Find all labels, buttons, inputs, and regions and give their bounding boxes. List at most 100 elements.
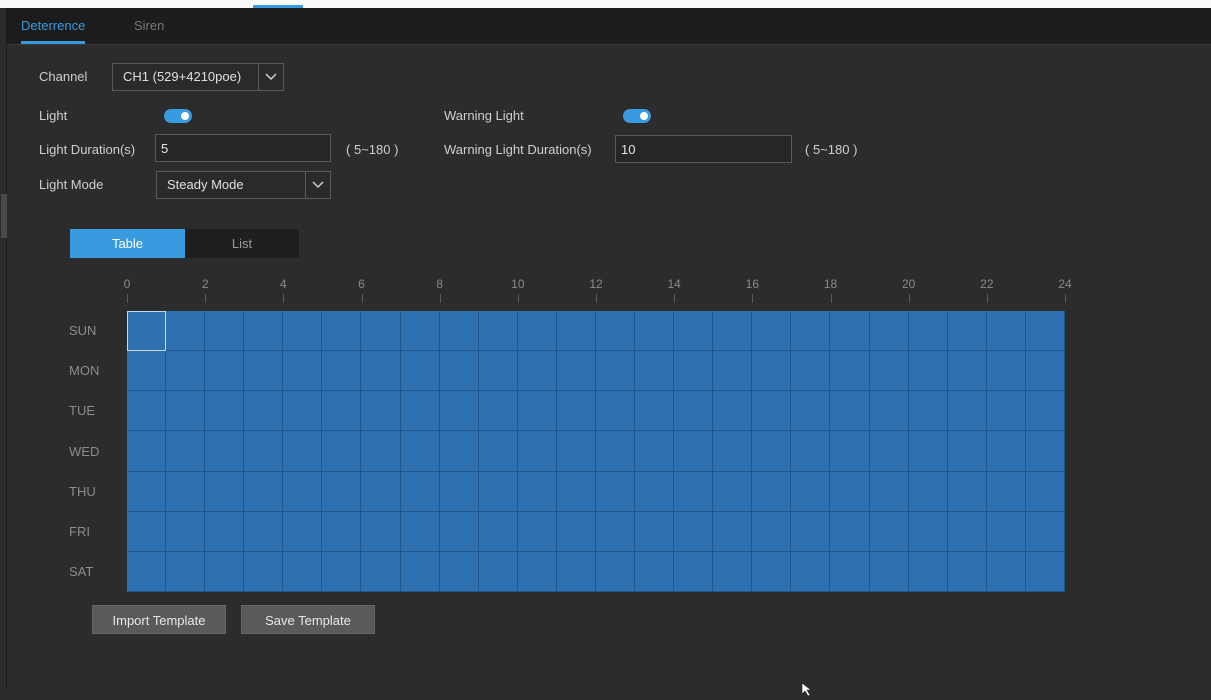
schedule-cell[interactable] bbox=[517, 511, 557, 552]
schedule-cell[interactable] bbox=[674, 351, 714, 392]
schedule-cell[interactable] bbox=[127, 471, 167, 512]
schedule-cell[interactable] bbox=[556, 471, 596, 512]
schedule-cell[interactable] bbox=[478, 431, 518, 472]
schedule-cell[interactable] bbox=[830, 551, 870, 592]
schedule-cell[interactable] bbox=[791, 471, 831, 512]
schedule-cell[interactable] bbox=[713, 551, 753, 592]
schedule-cell[interactable] bbox=[830, 351, 870, 392]
schedule-cell[interactable] bbox=[283, 511, 323, 552]
schedule-cell[interactable] bbox=[166, 511, 206, 552]
schedule-cell[interactable] bbox=[986, 511, 1026, 552]
schedule-cell[interactable] bbox=[1025, 471, 1065, 512]
schedule-cell[interactable] bbox=[869, 471, 909, 512]
schedule-cell[interactable] bbox=[595, 431, 636, 472]
schedule-cell[interactable] bbox=[908, 471, 948, 512]
schedule-cell[interactable] bbox=[791, 351, 831, 392]
schedule-cell[interactable] bbox=[439, 471, 479, 512]
schedule-cell[interactable] bbox=[1025, 351, 1065, 392]
schedule-cell[interactable] bbox=[908, 431, 948, 472]
schedule-cell[interactable] bbox=[635, 311, 675, 352]
schedule-cell[interactable] bbox=[908, 511, 948, 552]
schedule-cell[interactable] bbox=[166, 391, 206, 432]
schedule-cell[interactable] bbox=[752, 431, 792, 472]
schedule-cell[interactable] bbox=[635, 471, 675, 512]
schedule-cell[interactable] bbox=[127, 351, 167, 392]
schedule-cell[interactable] bbox=[986, 391, 1026, 432]
schedule-cell[interactable] bbox=[947, 471, 987, 512]
schedule-cell[interactable] bbox=[205, 471, 245, 512]
schedule-cell[interactable] bbox=[556, 391, 596, 432]
schedule-cell[interactable] bbox=[830, 391, 870, 432]
schedule-cell[interactable] bbox=[400, 351, 440, 392]
schedule-cell[interactable] bbox=[322, 311, 362, 352]
schedule-cell[interactable] bbox=[635, 431, 675, 472]
schedule-cell[interactable] bbox=[674, 471, 714, 512]
schedule-cell[interactable] bbox=[556, 431, 596, 472]
schedule-cell[interactable] bbox=[439, 511, 479, 552]
schedule-cell[interactable] bbox=[322, 431, 362, 472]
schedule-cell[interactable] bbox=[322, 391, 362, 432]
schedule-cell[interactable] bbox=[439, 551, 479, 592]
schedule-cell[interactable] bbox=[947, 431, 987, 472]
schedule-cell[interactable] bbox=[791, 431, 831, 472]
import-template-button[interactable]: Import Template bbox=[92, 605, 226, 634]
schedule-cell[interactable] bbox=[869, 431, 909, 472]
schedule-cell[interactable] bbox=[322, 511, 362, 552]
schedule-cell[interactable] bbox=[166, 471, 206, 512]
schedule-cell[interactable] bbox=[1025, 431, 1065, 472]
side-collapse-handle[interactable] bbox=[1, 194, 7, 238]
schedule-cell[interactable] bbox=[869, 351, 909, 392]
schedule-cell[interactable] bbox=[674, 551, 714, 592]
schedule-cell[interactable] bbox=[127, 311, 167, 352]
schedule-cell[interactable] bbox=[1025, 311, 1065, 352]
schedule-cell[interactable] bbox=[244, 471, 284, 512]
schedule-cell[interactable] bbox=[752, 511, 792, 552]
schedule-cell[interactable] bbox=[674, 391, 714, 432]
schedule-cell[interactable] bbox=[556, 311, 596, 352]
schedule-cell[interactable] bbox=[713, 431, 753, 472]
schedule-cell[interactable] bbox=[908, 311, 948, 352]
schedule-cell[interactable] bbox=[205, 391, 245, 432]
schedule-cell[interactable] bbox=[556, 511, 596, 552]
schedule-cell[interactable] bbox=[400, 391, 440, 432]
schedule-cell[interactable] bbox=[635, 511, 675, 552]
schedule-cell[interactable] bbox=[752, 391, 792, 432]
schedule-cell[interactable] bbox=[713, 311, 753, 352]
schedule-cell[interactable] bbox=[361, 431, 401, 472]
schedule-cell[interactable] bbox=[830, 471, 870, 512]
schedule-cell[interactable] bbox=[283, 431, 323, 472]
light-toggle[interactable] bbox=[164, 109, 192, 123]
schedule-cell[interactable] bbox=[517, 351, 557, 392]
schedule-cell[interactable] bbox=[986, 471, 1026, 512]
schedule-cell[interactable] bbox=[478, 551, 518, 592]
schedule-cell[interactable] bbox=[322, 471, 362, 512]
schedule-cell[interactable] bbox=[205, 431, 245, 472]
schedule-cell[interactable] bbox=[908, 551, 948, 592]
schedule-cell[interactable] bbox=[947, 351, 987, 392]
schedule-cell[interactable] bbox=[478, 511, 518, 552]
schedule-cell[interactable] bbox=[400, 471, 440, 512]
schedule-cell[interactable] bbox=[478, 351, 518, 392]
schedule-cell[interactable] bbox=[752, 471, 792, 512]
schedule-cell[interactable] bbox=[752, 351, 792, 392]
schedule-cell[interactable] bbox=[713, 511, 753, 552]
chevron-down-icon[interactable] bbox=[258, 64, 283, 90]
schedule-cell[interactable] bbox=[517, 471, 557, 512]
schedule-cell[interactable] bbox=[595, 311, 636, 352]
schedule-cell[interactable] bbox=[205, 551, 245, 592]
schedule-cell[interactable] bbox=[127, 551, 167, 592]
schedule-cell[interactable] bbox=[635, 551, 675, 592]
schedule-cell[interactable] bbox=[166, 351, 206, 392]
schedule-cell[interactable] bbox=[205, 311, 245, 352]
schedule-cell[interactable] bbox=[674, 431, 714, 472]
schedule-cell[interactable] bbox=[439, 391, 479, 432]
schedule-cell[interactable] bbox=[947, 511, 987, 552]
schedule-cell[interactable] bbox=[908, 351, 948, 392]
schedule-cell[interactable] bbox=[322, 351, 362, 392]
schedule-cell[interactable] bbox=[947, 551, 987, 592]
schedule-cell[interactable] bbox=[869, 551, 909, 592]
schedule-cell[interactable] bbox=[556, 551, 596, 592]
schedule-cell[interactable] bbox=[244, 351, 284, 392]
schedule-cell[interactable] bbox=[400, 551, 440, 592]
schedule-cell[interactable] bbox=[283, 311, 323, 352]
